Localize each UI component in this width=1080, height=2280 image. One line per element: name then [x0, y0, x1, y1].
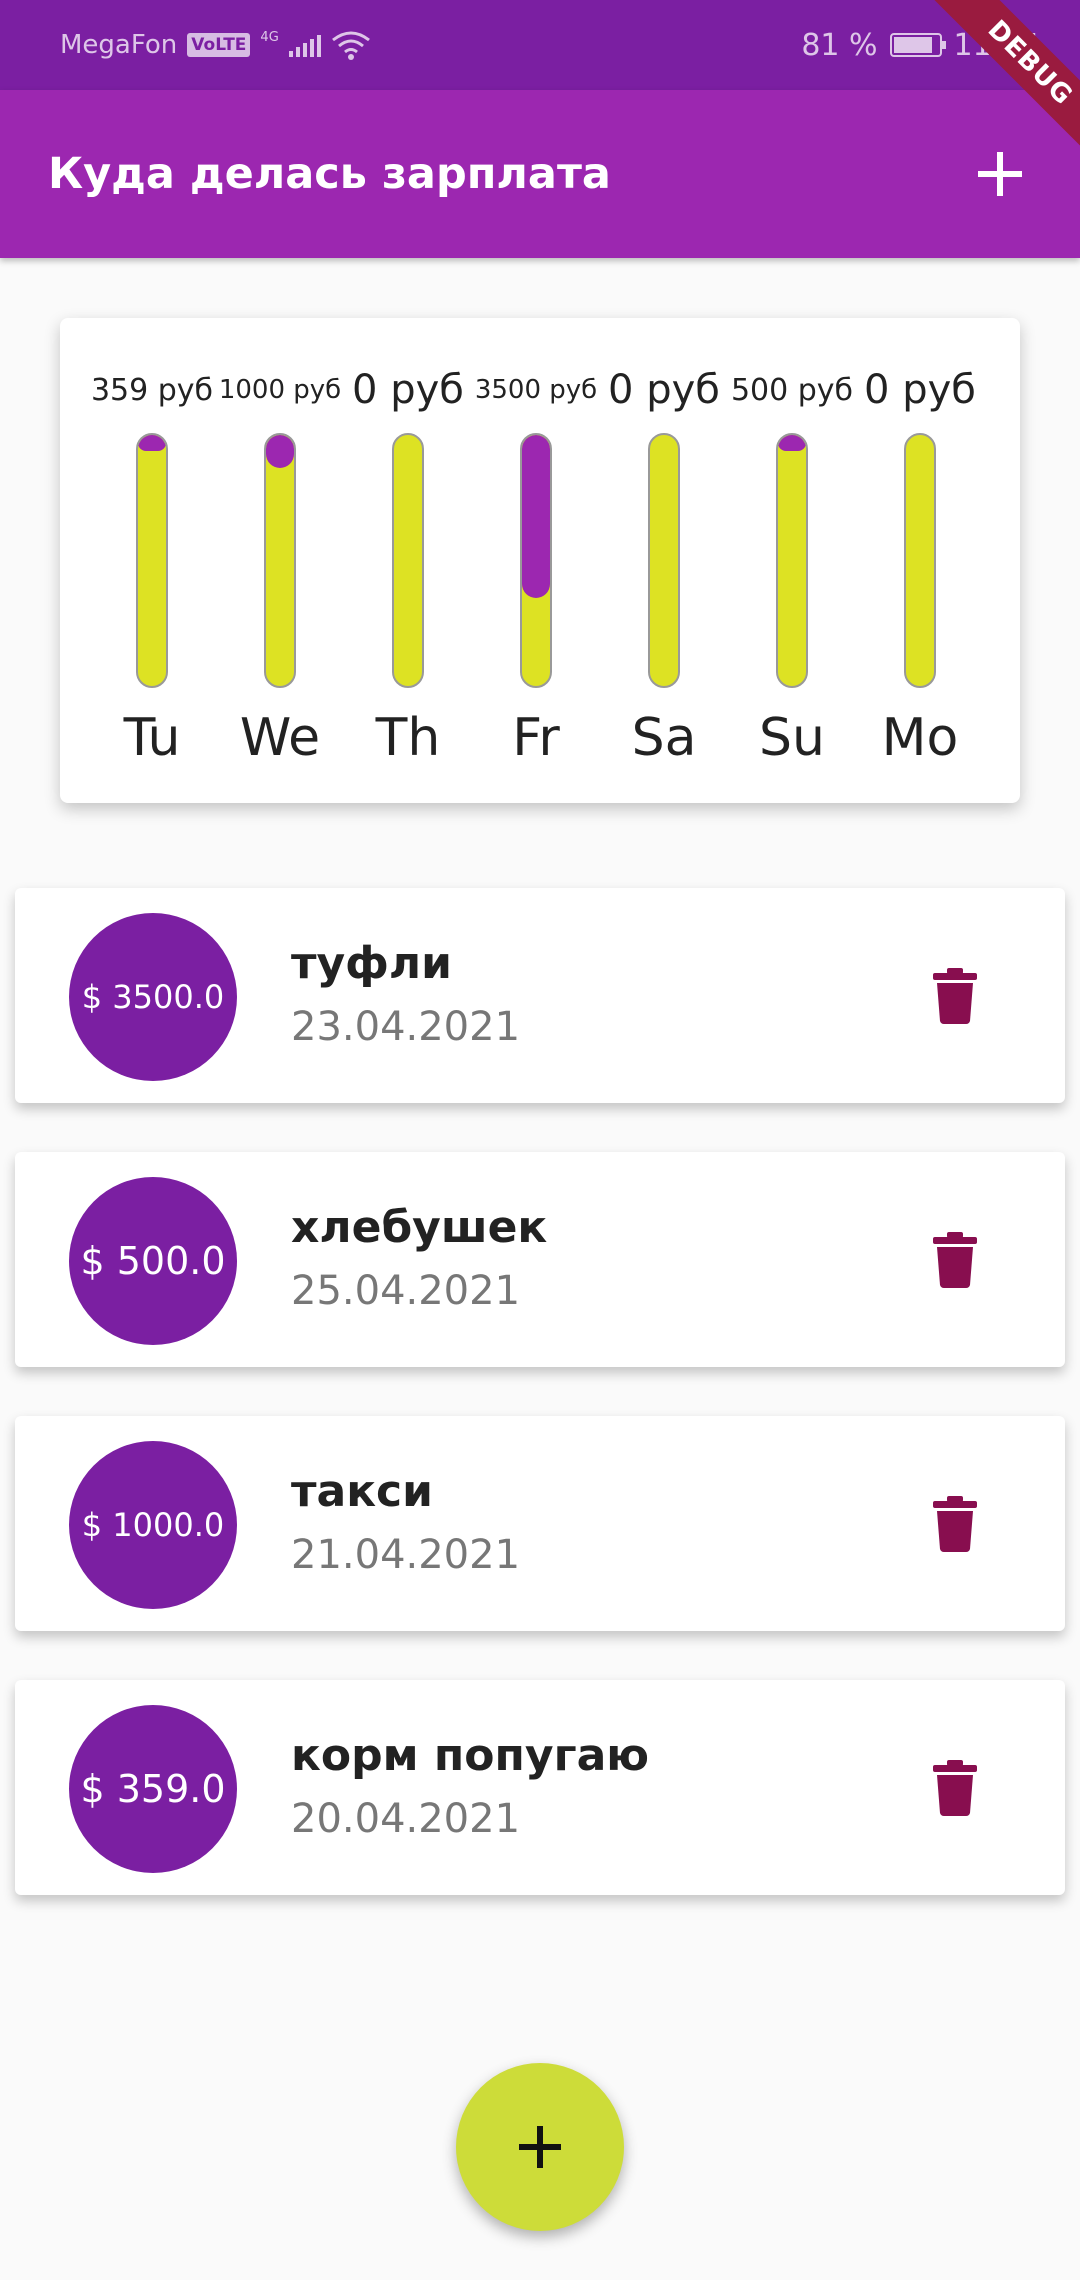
bar-track [392, 433, 424, 688]
status-left: MegaFon VoLTE 4G [60, 0, 371, 90]
bar-track [648, 433, 680, 688]
bar-amount-label: 500 руб [730, 372, 854, 408]
debug-banner: DEBUG [928, 0, 1080, 160]
bar-fill [266, 435, 294, 468]
page-title: Куда делась зарплата [48, 149, 611, 199]
bar-fill [778, 435, 806, 452]
bar-amount-label: 0 руб [608, 367, 720, 413]
wifi-icon [331, 31, 370, 60]
chart-bar-tu: 359 руб Tu [88, 318, 216, 803]
bar-fill [522, 435, 550, 599]
transaction-card[interactable]: $ 1000.0 такси 21.04.2021 [15, 1416, 1065, 1631]
battery-percent: 81 % [801, 27, 878, 63]
bar-track [776, 433, 808, 688]
weekly-chart: 359 руб Tu 1000 руб We 0 руб Th 3500 руб Fr 0 ру… [60, 318, 1020, 803]
bar-amount-label: 359 руб [90, 372, 214, 408]
bar-day-label: We [239, 708, 321, 768]
bar-fill [138, 435, 166, 451]
carrier-name: MegaFon [60, 30, 178, 60]
bar-amount-label: 3500 руб [474, 375, 598, 405]
bar-amount-label: 0 руб [352, 367, 464, 413]
app-bar: Куда делась зарплата [0, 90, 1080, 258]
debug-banner-wrap: DEBUG [920, 0, 1080, 160]
bar-day-label: Su [759, 708, 825, 768]
add-transaction-button[interactable] [456, 2063, 624, 2231]
transaction-date: 20.04.2021 [291, 1796, 521, 1842]
trash-icon[interactable] [933, 1760, 977, 1816]
transaction-card[interactable]: $ 3500.0 туфли 23.04.2021 [15, 888, 1065, 1103]
volte-badge: VoLTE [187, 33, 251, 57]
transaction-date: 21.04.2021 [291, 1532, 521, 1578]
transaction-date: 23.04.2021 [291, 1004, 521, 1050]
bar-amount-label: 1000 руб [218, 375, 342, 405]
signal-icon [288, 33, 321, 57]
bar-track [136, 433, 168, 688]
bar-day-label: Th [375, 708, 441, 768]
transaction-title: туфли [291, 938, 452, 989]
network-type: 4G [260, 29, 279, 45]
chart-bar-su: 500 руб Su [728, 318, 856, 803]
bar-day-label: Fr [512, 708, 560, 768]
bar-track [904, 433, 936, 688]
amount-avatar: $ 500.0 [69, 1177, 237, 1345]
transaction-title: корм попугаю [291, 1730, 650, 1781]
transaction-card[interactable]: $ 359.0 корм попугаю 20.04.2021 [15, 1680, 1065, 1895]
bar-track [264, 433, 296, 688]
trash-icon[interactable] [933, 1496, 977, 1552]
status-bar: MegaFon VoLTE 4G 81 % 11:04 [0, 0, 1080, 90]
chart-bar-fr: 3500 руб Fr [472, 318, 600, 803]
transaction-title: хлебушек [291, 1202, 548, 1253]
trash-icon[interactable] [933, 1232, 977, 1288]
bar-day-label: Mo [881, 708, 959, 768]
transaction-card[interactable]: $ 500.0 хлебушек 25.04.2021 [15, 1152, 1065, 1367]
bar-day-label: Sa [631, 708, 697, 768]
transaction-date: 25.04.2021 [291, 1268, 521, 1314]
amount-avatar: $ 1000.0 [69, 1441, 237, 1609]
amount-avatar: $ 3500.0 [69, 913, 237, 1081]
chart-bar-sa: 0 руб Sa [600, 318, 728, 803]
transaction-title: такси [291, 1466, 433, 1517]
chart-bar-th: 0 руб Th [344, 318, 472, 803]
chart-bar-we: 1000 руб We [216, 318, 344, 803]
amount-avatar: $ 359.0 [69, 1705, 237, 1873]
bar-track [520, 433, 552, 688]
chart-bar-mo: 0 руб Mo [856, 318, 984, 803]
trash-icon[interactable] [933, 968, 977, 1024]
bar-day-label: Tu [123, 708, 181, 768]
bar-amount-label: 0 руб [864, 367, 976, 413]
